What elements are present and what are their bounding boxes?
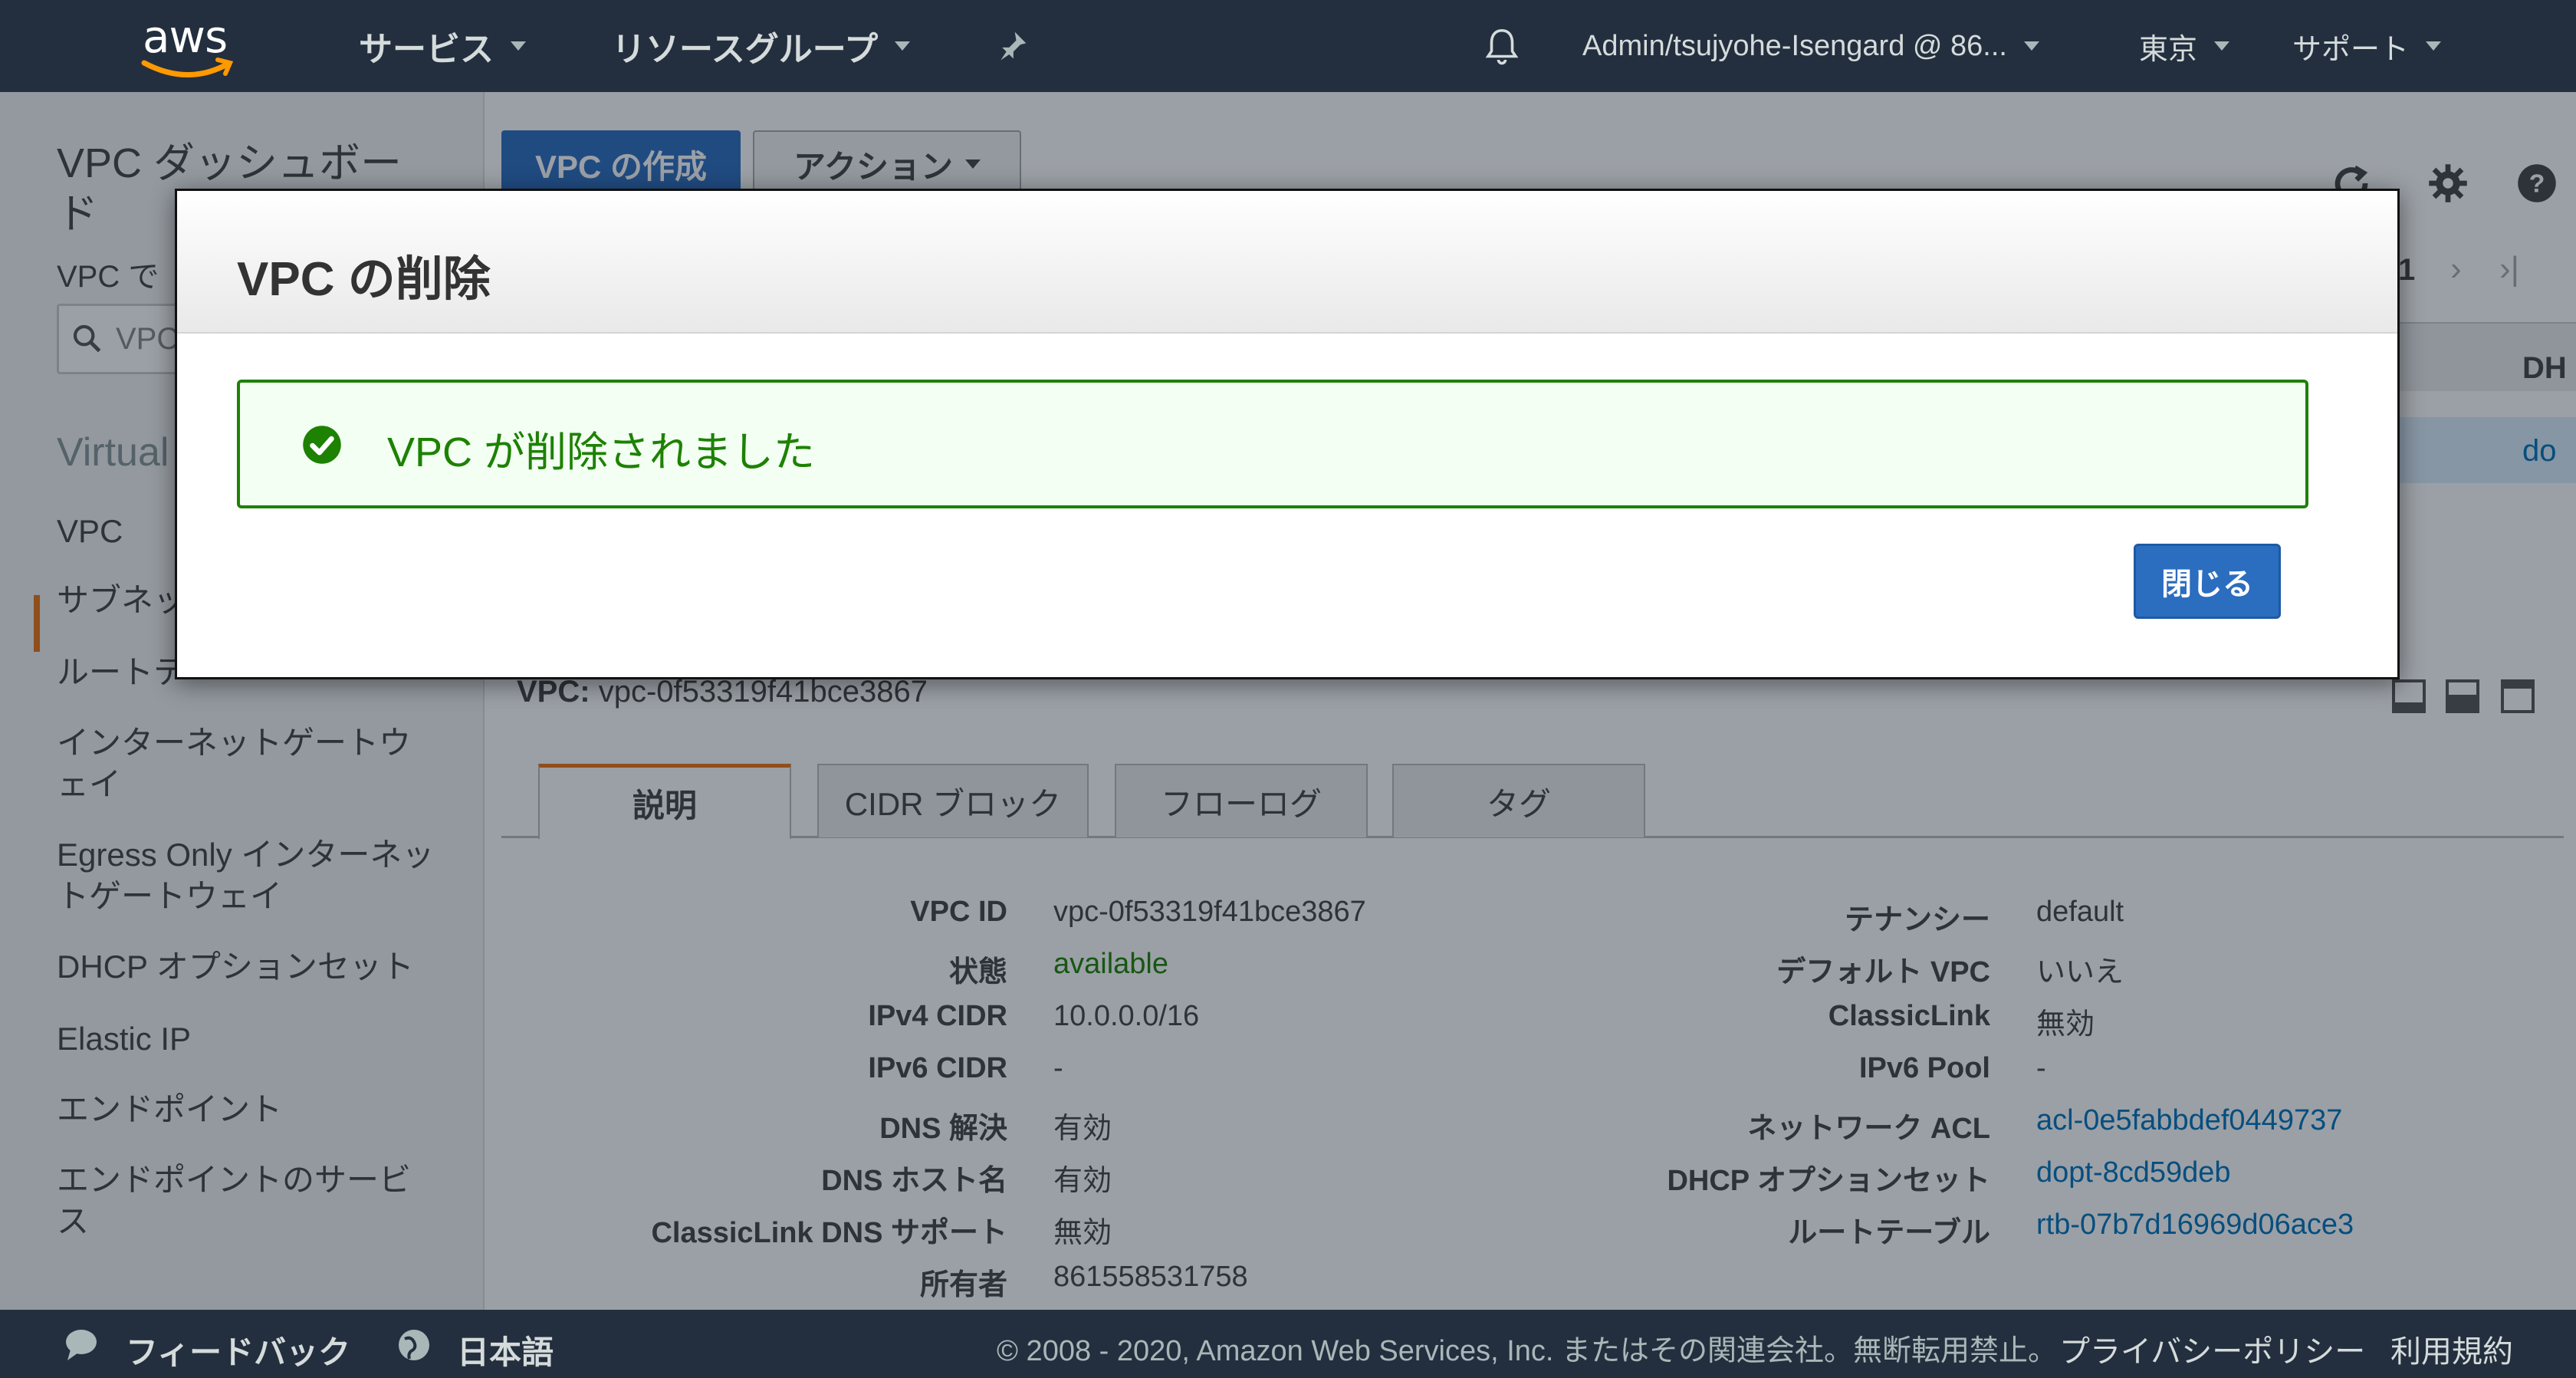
close-button[interactable]: 閉じる [2134,544,2281,619]
chevron-down-icon [2214,41,2230,51]
language-selector[interactable]: 日本語 [457,1327,554,1373]
pin-icon [1001,31,1027,61]
dialog-header: VPC の削除 [177,191,2397,334]
success-alert: VPC が削除されました [237,380,2308,508]
copyright-text: © 2008 - 2020, Amazon Web Services, Inc.… [997,1335,2058,1367]
resource-groups-menu[interactable]: リソースグループ [612,0,911,92]
chevron-down-icon [895,41,911,51]
privacy-policy-link[interactable]: プライバシーポリシー [2059,1327,2365,1371]
account-menu[interactable]: Admin/tsujyohe-Isengard @ 86... [1582,0,2039,92]
delete-vpc-dialog: VPC の削除 VPC が削除されました 閉じる [175,189,2400,679]
top-navigation-bar: aws サービス リソースグループ Admin/tsujyohe-Isengar… [0,0,2576,92]
footer-bar: フィードバック 日本語 © 2008 - 2020, Amazon Web Se… [0,1310,2576,1378]
account-menu-label: Admin/tsujyohe-Isengard @ 86... [1582,29,2007,62]
support-menu[interactable]: サポート [2292,0,2442,92]
region-menu[interactable]: 東京 [2139,0,2230,92]
terms-link[interactable]: 利用規約 [2390,1327,2513,1371]
region-menu-label: 東京 [2139,33,2198,66]
speech-bubble-icon [66,1330,97,1360]
dialog-title: VPC の削除 [237,253,491,306]
chevron-down-icon [511,41,526,51]
globe-icon [399,1330,429,1360]
check-circle-icon [303,426,341,464]
aws-logo[interactable]: aws [138,11,238,80]
bell-icon [1485,28,1519,65]
feedback-link[interactable]: フィードバック [126,1327,350,1373]
chevron-down-icon [2426,41,2442,51]
notifications-button[interactable] [1481,0,1523,92]
success-message: VPC が削除されました [387,429,816,475]
resource-groups-menu-label: リソースグループ [612,31,879,68]
pin-button[interactable] [995,0,1029,92]
services-menu[interactable]: サービス [359,0,526,92]
support-menu-label: サポート [2292,33,2410,66]
chevron-down-icon [2023,41,2039,51]
services-menu-label: サービス [359,31,494,68]
aws-smile-icon [141,58,234,77]
